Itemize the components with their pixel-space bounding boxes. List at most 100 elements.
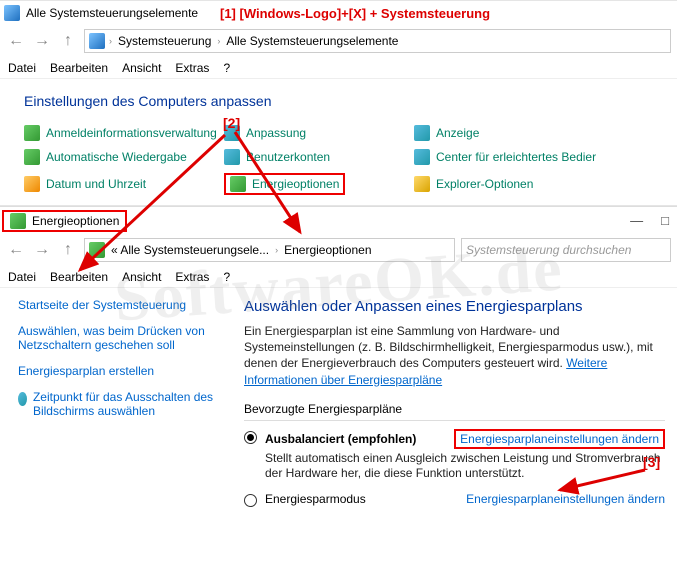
highlight-box: Energieoptionen — [2, 210, 127, 232]
cp-item-label: Automatische Wiedergabe — [46, 150, 187, 164]
nav-forward-icon[interactable]: → — [32, 240, 52, 260]
window-power-options: Energieoptionen — □ ← → ↑ « Alle Systems… — [0, 205, 677, 517]
sidebar-link[interactable]: Auswählen, was beim Drücken von Netzscha… — [18, 324, 228, 352]
change-plan-settings-link[interactable]: Energiesparplaneinstellungen ändern — [454, 429, 665, 449]
cp-item-label: Energieoptionen — [252, 177, 339, 191]
sidebar-link[interactable]: Zeitpunkt für das Ausschalten des Bildsc… — [33, 390, 228, 418]
cp-item-label: Anmeldeinformationsverwaltung — [46, 126, 217, 140]
sidebar-link[interactable]: Energiesparplan erstellen — [18, 364, 228, 378]
radio-button[interactable] — [244, 431, 257, 444]
menu-file[interactable]: Datei — [8, 61, 36, 75]
cp-item-label: Anzeige — [436, 126, 479, 140]
address-bar: ← → ↑ « Alle Systemsteuerungsele... › En… — [0, 234, 677, 266]
window-control-panel-all: Alle Systemsteuerungselemente ← → ↑ › Sy… — [0, 0, 677, 201]
menu-extras[interactable]: Extras — [175, 61, 209, 75]
shield-icon — [18, 392, 27, 406]
nav-back-icon[interactable]: ← — [6, 31, 26, 51]
window-controls: — □ — [630, 213, 669, 228]
annotation-1: [1] [Windows-Logo]+[X] + Systemsteuerung — [220, 6, 490, 21]
nav-up-icon[interactable]: ↑ — [58, 31, 78, 51]
menu-extras[interactable]: Extras — [175, 270, 209, 284]
minimize-button[interactable]: — — [630, 213, 643, 228]
cp-item-label: Center für erleichtertes Bedier — [436, 150, 596, 164]
chevron-right-icon: › — [217, 36, 220, 46]
window-title: Energieoptionen — [32, 214, 119, 228]
chevron-right-icon: › — [275, 245, 278, 255]
titlebar: Energieoptionen — □ — [0, 206, 677, 234]
autoplay-icon — [24, 149, 40, 165]
breadcrumb[interactable]: « Alle Systemsteuerungsele... › Energieo… — [84, 238, 455, 262]
content-area: Startseite der Systemsteuerung Auswählen… — [0, 288, 677, 517]
plan-settings-link-highlighted: Energiesparplaneinstellungen ändern — [454, 429, 665, 449]
nav-back-icon[interactable]: ← — [6, 240, 26, 260]
plan-name: Ausbalanciert (empfohlen) — [265, 432, 416, 446]
maximize-button[interactable]: □ — [661, 213, 669, 228]
breadcrumb-item[interactable]: Alle Systemsteuerungselemente — [224, 34, 400, 48]
power-options-icon — [10, 213, 26, 229]
menu-edit[interactable]: Bearbeiten — [50, 270, 108, 284]
breadcrumb-item[interactable]: Systemsteuerung — [116, 34, 213, 48]
change-plan-settings-link[interactable]: Energiesparplaneinstellungen ändern — [466, 492, 665, 506]
highlight-box: Energieoptionen — [224, 173, 345, 195]
menu-help[interactable]: ? — [223, 61, 230, 75]
divider — [244, 420, 665, 421]
folder-options-icon — [414, 176, 430, 192]
plan-settings-link: Energiesparplaneinstellungen ändern — [466, 492, 665, 506]
power-options-icon — [89, 242, 105, 258]
content-area: Einstellungen des Computers anpassen [2]… — [0, 79, 677, 201]
page-heading: Einstellungen des Computers anpassen — [24, 93, 653, 109]
menubar: Datei Bearbeiten Ansicht Extras ? — [0, 266, 677, 288]
cp-item-ease-of-access[interactable]: Center für erleichtertes Bedier — [414, 149, 653, 165]
cp-item-label: Anpassung — [246, 126, 306, 140]
plan-description: Stellt automatisch einen Ausgleich zwisc… — [265, 451, 665, 482]
cp-item-credentials[interactable]: Anmeldeinformationsverwaltung — [24, 125, 224, 141]
nav-forward-icon[interactable]: → — [32, 31, 52, 51]
menu-file[interactable]: Datei — [8, 270, 36, 284]
control-panel-icon — [89, 33, 105, 49]
sidebar-home-link[interactable]: Startseite der Systemsteuerung — [18, 298, 228, 312]
date-time-icon — [24, 176, 40, 192]
address-bar: ← → ↑ › Systemsteuerung › Alle Systemste… — [0, 25, 677, 57]
breadcrumb-item[interactable]: « Alle Systemsteuerungsele... — [109, 243, 271, 257]
cp-item-label: Explorer-Optionen — [436, 177, 533, 191]
cp-item-autoplay[interactable]: Automatische Wiedergabe — [24, 149, 224, 165]
cp-item-date-time[interactable]: Datum und Uhrzeit — [24, 173, 224, 195]
search-input[interactable]: Systemsteuerung durchsuchen — [461, 238, 671, 262]
sidebar: Startseite der Systemsteuerung Auswählen… — [18, 298, 228, 517]
nav-up-icon[interactable]: ↑ — [58, 240, 78, 260]
annotation-2: [2] — [223, 115, 240, 131]
window-title: Alle Systemsteuerungselemente — [26, 6, 198, 20]
menu-edit[interactable]: Bearbeiten — [50, 61, 108, 75]
user-accounts-icon — [224, 149, 240, 165]
ease-of-access-icon — [414, 149, 430, 165]
radio-button[interactable] — [244, 494, 257, 507]
cp-item-personalization[interactable]: Anpassung — [224, 125, 414, 141]
breadcrumb[interactable]: › Systemsteuerung › Alle Systemsteuerung… — [84, 29, 671, 53]
credentials-icon — [24, 125, 40, 141]
power-plan-row: Energiesparmodus Energiesparplaneinstell… — [244, 492, 665, 507]
main-content: Auswählen oder Anpassen eines Energiespa… — [244, 298, 665, 517]
cp-item-display[interactable]: Anzeige — [414, 125, 653, 141]
breadcrumb-item[interactable]: Energieoptionen — [282, 243, 373, 257]
power-options-icon — [230, 176, 246, 192]
cp-item-user-accounts[interactable]: Benutzerkonten — [224, 149, 414, 165]
cp-item-power-options[interactable]: Energieoptionen — [224, 173, 414, 195]
menu-view[interactable]: Ansicht — [122, 61, 161, 75]
menu-help[interactable]: ? — [223, 270, 230, 284]
chevron-right-icon: › — [109, 36, 112, 46]
annotation-3: [3] — [643, 454, 660, 470]
preferred-plans-label: Bevorzugte Energiesparpläne — [244, 402, 665, 416]
display-icon — [414, 125, 430, 141]
cp-item-label: Datum und Uhrzeit — [46, 177, 146, 191]
menubar: Datei Bearbeiten Ansicht Extras ? — [0, 57, 677, 79]
plan-name: Energiesparmodus — [265, 492, 366, 506]
cp-item-label: Benutzerkonten — [246, 150, 330, 164]
control-panel-icon — [4, 5, 20, 21]
power-plan-row: Ausbalanciert (empfohlen) Energiesparpla… — [244, 429, 665, 482]
page-heading: Auswählen oder Anpassen eines Energiespa… — [244, 298, 665, 315]
cp-item-explorer-options[interactable]: Explorer-Optionen — [414, 173, 653, 195]
search-placeholder: Systemsteuerung durchsuchen — [466, 243, 631, 257]
control-panel-grid: Anmeldeinformationsverwaltung Anpassung … — [24, 125, 653, 195]
menu-view[interactable]: Ansicht — [122, 270, 161, 284]
page-description: Ein Energiesparplan ist eine Sammlung vo… — [244, 323, 665, 388]
